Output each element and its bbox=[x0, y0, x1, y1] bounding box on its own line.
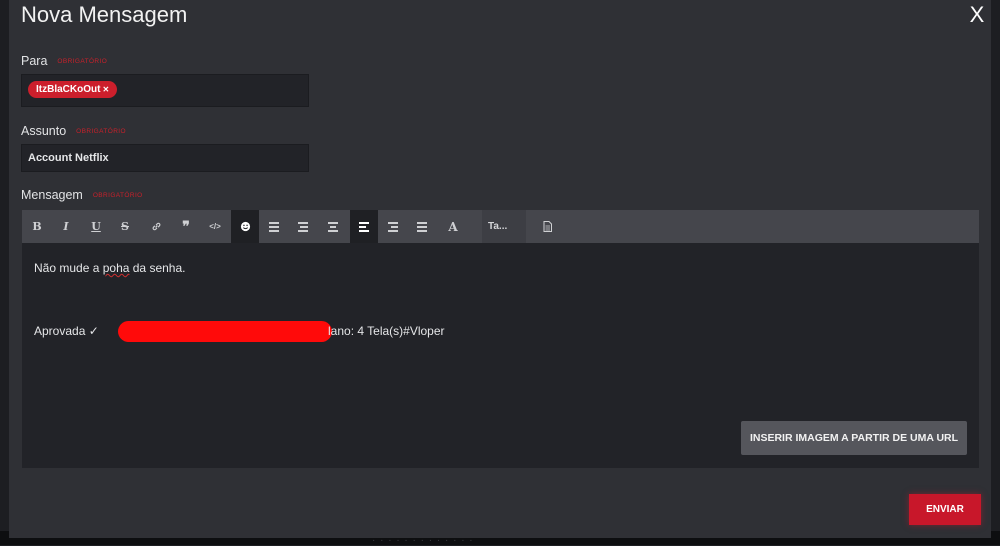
italic-icon[interactable]: I bbox=[53, 210, 79, 243]
text-color-icon[interactable]: A bbox=[440, 210, 466, 243]
strikethrough-icon[interactable]: S bbox=[112, 210, 138, 243]
message-text: da senha. bbox=[129, 261, 186, 275]
recipient-tag[interactable]: ItzBlaCKoOut ✕ bbox=[28, 81, 118, 98]
message-editor[interactable]: B I U S ❞ </> A Ta... Não mude a poha da… bbox=[22, 210, 979, 468]
required-badge: Obrigatório bbox=[57, 58, 108, 66]
redaction-mark bbox=[118, 321, 332, 342]
align-left-glyph bbox=[359, 221, 369, 232]
editor-toolbar: B I U S ❞ </> A Ta... bbox=[22, 210, 979, 243]
quote-icon[interactable]: ❞ bbox=[173, 210, 199, 243]
link-glyph bbox=[152, 222, 160, 231]
message-line-2: Aprovada ✓ bbox=[34, 324, 99, 338]
message-label: Mensagem Obrigatório bbox=[21, 188, 143, 202]
font-size-select[interactable]: Ta... bbox=[482, 210, 526, 243]
subject-label: Assunto Obrigatório bbox=[21, 124, 126, 138]
insert-image-url-button[interactable]: INSERIR IMAGEM A PARTIR DE UMA URL bbox=[741, 421, 967, 455]
close-button[interactable]: X bbox=[965, 0, 989, 30]
source-icon[interactable] bbox=[534, 210, 560, 243]
message-line-1: Não mude a poha da senha. bbox=[34, 261, 185, 275]
send-button[interactable]: ENVIAR bbox=[909, 494, 981, 525]
plan-text: lano: 4 Tela(s)#Vloper bbox=[328, 324, 445, 338]
align-right-icon[interactable] bbox=[380, 210, 406, 243]
numbered-list-glyph bbox=[298, 221, 308, 232]
recipient-tag-label: ItzBlaCKoOut bbox=[36, 84, 101, 95]
justify-glyph bbox=[417, 221, 427, 232]
align-center-icon[interactable] bbox=[320, 210, 346, 243]
recipient-field[interactable]: ItzBlaCKoOut ✕ bbox=[21, 74, 309, 107]
align-left-icon[interactable] bbox=[350, 210, 378, 243]
bold-icon[interactable]: B bbox=[24, 210, 50, 243]
link-icon[interactable] bbox=[143, 210, 169, 243]
emoji-icon[interactable] bbox=[231, 210, 259, 243]
source-glyph bbox=[543, 221, 552, 232]
code-icon[interactable]: </> bbox=[202, 210, 228, 243]
recipient-label-text: Para bbox=[21, 54, 48, 68]
required-badge: Obrigatório bbox=[76, 128, 126, 136]
message-label-text: Mensagem bbox=[21, 188, 83, 202]
subject-input[interactable]: Account Netflix bbox=[21, 144, 309, 172]
required-badge: Obrigatório bbox=[92, 192, 143, 200]
misspelled-word: poha bbox=[102, 261, 130, 275]
recipient-label: Para Obrigatório bbox=[21, 54, 107, 68]
bullet-list-icon[interactable] bbox=[261, 210, 287, 243]
subject-label-text: Assunto bbox=[21, 124, 67, 138]
justify-icon[interactable] bbox=[409, 210, 435, 243]
subject-value: Account Netflix bbox=[28, 152, 109, 164]
align-right-glyph bbox=[388, 221, 398, 232]
new-message-modal: Nova Mensagem X Para Obrigatório ItzBlaCK… bbox=[9, 0, 991, 538]
bullet-list-glyph bbox=[269, 221, 279, 232]
align-center-glyph bbox=[328, 221, 338, 232]
underline-icon[interactable]: U bbox=[83, 210, 109, 243]
message-text: Não mude a bbox=[34, 261, 103, 275]
modal-title: Nova Mensagem bbox=[21, 2, 188, 27]
emoji-glyph bbox=[240, 221, 250, 232]
remove-recipient-icon[interactable]: ✕ bbox=[102, 85, 109, 94]
numbered-list-icon[interactable] bbox=[290, 210, 316, 243]
approval-text: Aprovada ✓ bbox=[34, 324, 99, 338]
